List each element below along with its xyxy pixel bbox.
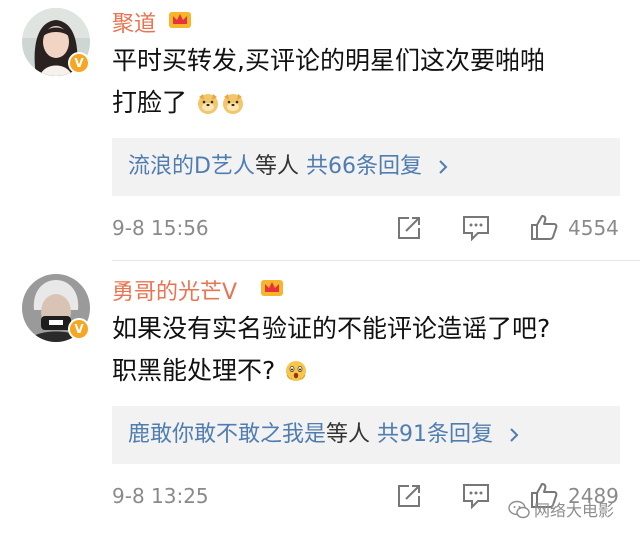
timestamp: 9-8 15:56 (112, 216, 209, 240)
comment-text-line-2: 打脸了 (112, 82, 632, 124)
comment-text-line-1: 如果没有实名验证的不能评论造谣了吧? (112, 314, 551, 343)
share-icon[interactable] (396, 483, 422, 509)
comment-2: V 勇哥的光芒V 如果没有实名验证的不能评论造谣了吧? 职黑能处理不? 鹿敢你敢… (0, 262, 640, 534)
chevron-right-icon (439, 160, 448, 174)
divider (112, 260, 640, 261)
verified-v-icon: V (68, 318, 90, 340)
reply-suffix: 等人 (254, 154, 299, 179)
comment-text-line-2-text: 职黑能处理不? (112, 356, 276, 385)
verified-v-icon: V (68, 52, 90, 74)
doge-emoji (222, 94, 243, 114)
comment-text: 平时买转发,买评论的明星们这次要啪啪 打脸了 (112, 40, 632, 124)
crown-icon (261, 280, 283, 296)
timestamp: 9-8 13:25 (112, 484, 209, 508)
username[interactable]: 聚道 (112, 6, 156, 38)
reply-user[interactable]: 鹿敢你敢不敢之我是 (128, 422, 326, 447)
comment-text-line-2: 职黑能处理不? (112, 350, 632, 392)
chevron-right-icon (510, 428, 519, 442)
comment-icon[interactable] (462, 483, 490, 509)
watermark: 网络大电影 (508, 497, 614, 521)
reply-summary[interactable]: 鹿敢你敢不敢之我是等人 共91条回复 (112, 406, 620, 464)
comment-text-line-2-text: 打脸了 (112, 88, 188, 117)
comment-1: V 聚道 平时买转发,买评论的明星们这次要啪啪 打脸了 流浪的D艺人等人 共66… (0, 0, 640, 262)
share-icon[interactable] (396, 215, 422, 241)
watermark-text: 网络大电影 (534, 501, 615, 520)
comment-icon[interactable] (462, 215, 490, 241)
crown-icon (169, 12, 191, 28)
doge-emoji (197, 94, 218, 114)
reply-summary[interactable]: 流浪的D艺人等人 共66条回复 (112, 138, 620, 196)
reply-user[interactable]: 流浪的D艺人 (128, 154, 255, 179)
like-count: 4554 (568, 216, 619, 240)
comment-text-line-1: 平时买转发,买评论的明星们这次要啪啪 (112, 46, 545, 75)
reply-suffix: 等人 (326, 422, 371, 447)
like-icon[interactable] (530, 213, 558, 241)
scared-emoji (286, 361, 307, 381)
reply-count[interactable]: 共91条回复 (377, 422, 493, 447)
reply-count[interactable]: 共66条回复 (306, 154, 422, 179)
username[interactable]: 勇哥的光芒V (112, 274, 237, 306)
wechat-icon (508, 500, 530, 519)
comment-text: 如果没有实名验证的不能评论造谣了吧? 职黑能处理不? (112, 308, 632, 392)
